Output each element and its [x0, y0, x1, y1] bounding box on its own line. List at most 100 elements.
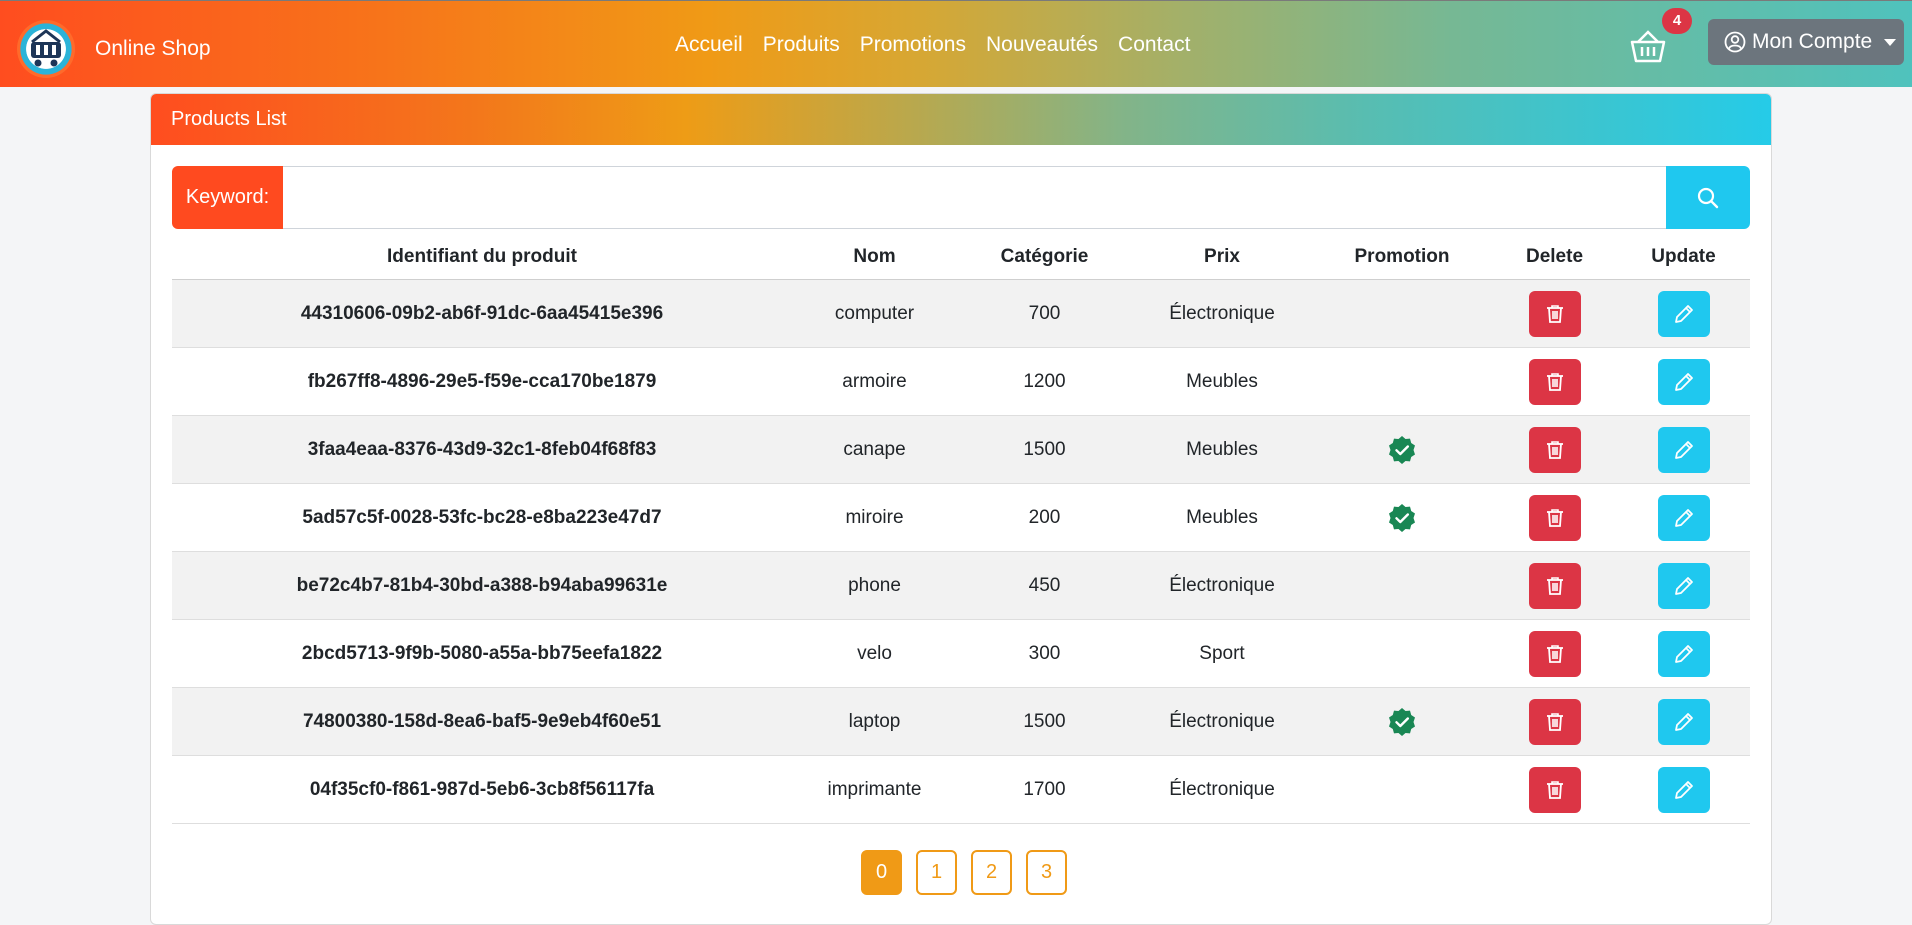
cell-prix: Meubles: [1132, 483, 1312, 552]
header-promotion: Promotion: [1312, 235, 1492, 280]
products-card: Products List Keyword: Identifiant du pr…: [150, 93, 1772, 925]
delete-button[interactable]: [1528, 494, 1581, 541]
search-label: Keyword:: [172, 166, 283, 229]
cell-promotion: [1312, 279, 1492, 348]
verified-check-icon: [1389, 707, 1415, 736]
cell-prix: Électronique: [1132, 551, 1312, 620]
cell-id: fb267ff8-4896-29e5-f59e-cca170be1879: [172, 347, 792, 416]
brand-name: Online Shop: [95, 37, 211, 60]
header-nom: Nom: [792, 235, 957, 280]
cell-nom: phone: [792, 551, 957, 620]
account-dropdown-button[interactable]: Mon Compte: [1708, 19, 1904, 65]
cell-categorie: 1700: [957, 755, 1132, 824]
pencil-icon: [1674, 304, 1693, 323]
main-nav: Accueil Produits Promotions Nouveautés C…: [675, 33, 1210, 57]
cell-nom: velo: [792, 619, 957, 688]
header-update: Update: [1617, 235, 1750, 280]
cell-prix: Meubles: [1132, 347, 1312, 416]
update-button[interactable]: [1657, 562, 1710, 609]
cell-prix: Électronique: [1132, 279, 1312, 348]
delete-button[interactable]: [1528, 698, 1581, 745]
update-button[interactable]: [1657, 630, 1710, 677]
cell-promotion: [1312, 687, 1492, 756]
pencil-icon: [1674, 508, 1693, 527]
nav-accueil[interactable]: Accueil: [675, 33, 743, 57]
cell-nom: imprimante: [792, 755, 957, 824]
nav-contact[interactable]: Contact: [1118, 33, 1190, 57]
brand[interactable]: Online Shop: [15, 20, 211, 78]
delete-button[interactable]: [1528, 766, 1581, 813]
update-button[interactable]: [1657, 358, 1710, 405]
cell-delete: [1492, 347, 1617, 416]
trash-icon: [1546, 712, 1563, 731]
cell-promotion: [1312, 483, 1492, 552]
cell-update: [1617, 687, 1750, 756]
table-row: 3faa4eaa-8376-43d9-32c1-8feb04f68f83 cana…: [172, 415, 1750, 484]
header-delete: Delete: [1492, 235, 1617, 280]
pencil-icon: [1674, 576, 1693, 595]
delete-button[interactable]: [1528, 562, 1581, 609]
trash-icon: [1546, 780, 1563, 799]
cell-categorie: 1200: [957, 347, 1132, 416]
cell-update: [1617, 551, 1750, 620]
cell-id: 2bcd5713-9f9b-5080-a55a-bb75eefa1822: [172, 619, 792, 688]
delete-button[interactable]: [1528, 630, 1581, 677]
pencil-icon: [1674, 440, 1693, 459]
nav-nouveautes[interactable]: Nouveautés: [986, 33, 1098, 57]
table-row: 5ad57c5f-0028-53fc-bc28-e8ba223e47d7 miro…: [172, 483, 1750, 552]
pencil-icon: [1674, 644, 1693, 663]
table-row: be72c4b7-81b4-30bd-a388-b94aba99631e phon…: [172, 551, 1750, 620]
pencil-icon: [1674, 780, 1693, 799]
cell-nom: miroire: [792, 483, 957, 552]
cell-id: 44310606-09b2-ab6f-91dc-6aa45415e396: [172, 279, 792, 348]
delete-button[interactable]: [1528, 358, 1581, 405]
cell-id: 04f35cf0-f861-987d-5eb6-3cb8f56117fa: [172, 755, 792, 824]
search-icon: [1697, 187, 1719, 208]
cell-update: [1617, 619, 1750, 688]
cell-update: [1617, 755, 1750, 824]
cell-categorie: 1500: [957, 687, 1132, 756]
header-prix: Prix: [1132, 235, 1312, 280]
trash-icon: [1546, 576, 1563, 595]
search-input[interactable]: [283, 166, 1666, 229]
nav-promotions[interactable]: Promotions: [860, 33, 966, 57]
trash-icon: [1546, 508, 1563, 527]
cell-nom: computer: [792, 279, 957, 348]
update-button[interactable]: [1657, 766, 1710, 813]
cell-prix: Électronique: [1132, 687, 1312, 756]
cell-id: be72c4b7-81b4-30bd-a388-b94aba99631e: [172, 551, 792, 620]
trash-icon: [1546, 644, 1563, 663]
page-button-1[interactable]: 1: [916, 850, 957, 895]
page-button-0[interactable]: 0: [861, 850, 902, 895]
delete-button[interactable]: [1528, 290, 1581, 337]
cell-categorie: 1500: [957, 415, 1132, 484]
verified-check-icon: [1389, 435, 1415, 464]
cell-promotion: [1312, 551, 1492, 620]
page-button-2[interactable]: 2: [971, 850, 1012, 895]
delete-button[interactable]: [1528, 426, 1581, 473]
cell-id: 74800380-158d-8ea6-baf5-9e9eb4f60e51: [172, 687, 792, 756]
header-identifiant: Identifiant du produit: [172, 235, 792, 280]
page-button-3[interactable]: 3: [1026, 850, 1067, 895]
pencil-icon: [1674, 712, 1693, 731]
update-button[interactable]: [1657, 698, 1710, 745]
cell-id: 3faa4eaa-8376-43d9-32c1-8feb04f68f83: [172, 415, 792, 484]
update-button[interactable]: [1657, 426, 1710, 473]
update-button[interactable]: [1657, 290, 1710, 337]
update-button[interactable]: [1657, 494, 1710, 541]
cell-update: [1617, 279, 1750, 348]
pencil-icon: [1674, 372, 1693, 391]
cell-delete: [1492, 483, 1617, 552]
cart-icon[interactable]: [1628, 27, 1668, 67]
cell-id: 5ad57c5f-0028-53fc-bc28-e8ba223e47d7: [172, 483, 792, 552]
cell-promotion: [1312, 619, 1492, 688]
cell-nom: laptop: [792, 687, 957, 756]
cell-categorie: 300: [957, 619, 1132, 688]
nav-produits[interactable]: Produits: [763, 33, 840, 57]
cell-delete: [1492, 755, 1617, 824]
cell-delete: [1492, 415, 1617, 484]
cell-categorie: 200: [957, 483, 1132, 552]
cell-update: [1617, 415, 1750, 484]
table-row: 2bcd5713-9f9b-5080-a55a-bb75eefa1822 velo…: [172, 619, 1750, 688]
search-button[interactable]: [1666, 166, 1750, 229]
